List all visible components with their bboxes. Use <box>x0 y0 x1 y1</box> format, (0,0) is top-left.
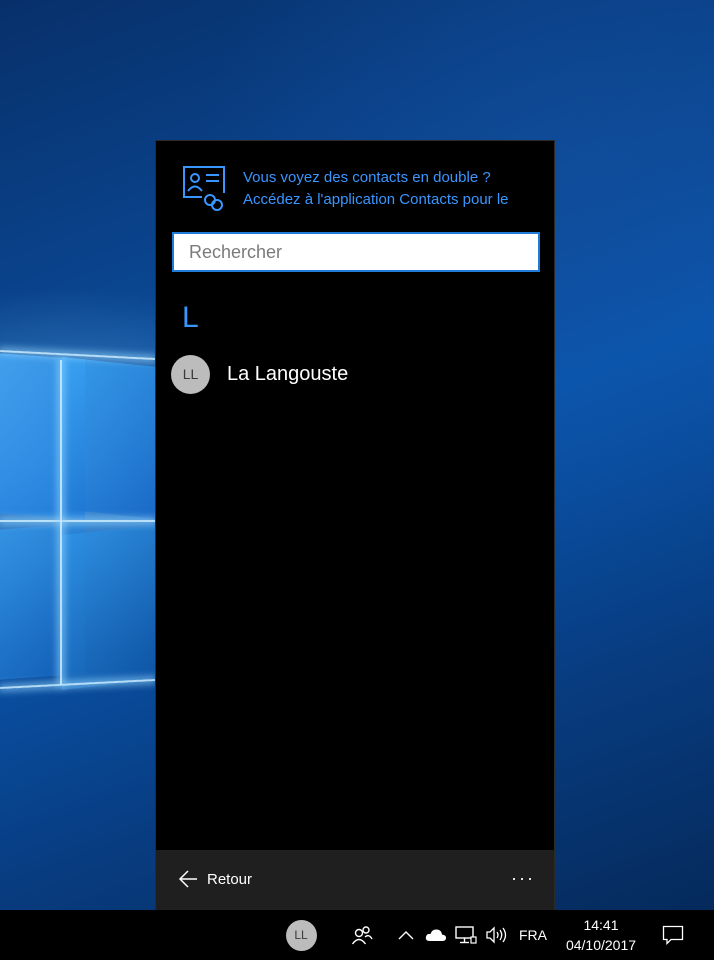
banner-message[interactable]: Vous voyez des contacts en double ? Accé… <box>243 167 543 211</box>
volume-tray-button[interactable] <box>483 910 509 960</box>
taskbar-clock[interactable]: 14:41 04/10/2017 <box>557 910 645 960</box>
back-button[interactable]: Retour <box>178 869 252 889</box>
cloud-icon <box>425 929 447 941</box>
wallpaper-light-line <box>0 520 155 522</box>
taskbar: LL FRA 14:41 04/10/2017 <box>0 910 714 960</box>
chevron-up-icon <box>398 931 414 940</box>
avatar: LL <box>171 354 210 394</box>
wallpaper-window-pane <box>62 525 157 690</box>
action-center-button[interactable] <box>656 910 690 960</box>
duplicate-contacts-banner[interactable]: Vous voyez des contacts en double ? Accé… <box>182 163 532 213</box>
back-label: Retour <box>207 870 253 888</box>
show-hidden-icons-button[interactable] <box>394 910 418 960</box>
banner-line-2: Accédez à l'application Contacts pour le <box>243 191 509 208</box>
clock-date: 04/10/2017 <box>565 937 637 953</box>
taskbar-people-button[interactable] <box>340 910 384 960</box>
taskbar-pinned-contact[interactable]: LL <box>279 910 323 960</box>
clock-time: 14:41 <box>583 917 619 933</box>
contact-list-item[interactable]: LL La Langouste <box>171 354 541 394</box>
input-language-indicator[interactable]: FRA <box>514 910 552 960</box>
network-icon <box>455 926 477 944</box>
contact-name: La Langouste <box>227 362 349 385</box>
speaker-icon <box>486 926 507 944</box>
more-options-button[interactable]: ··· <box>508 868 538 892</box>
contact-link-icon <box>183 166 226 211</box>
notification-icon <box>662 925 684 945</box>
search-box[interactable] <box>172 232 540 272</box>
people-icon <box>351 926 373 945</box>
avatar: LL <box>285 919 317 951</box>
group-header-letter[interactable]: L <box>182 301 199 335</box>
wallpaper-light-line <box>60 360 62 685</box>
flyout-footer: Retour ··· <box>156 850 554 910</box>
people-flyout: Vous voyez des contacts en double ? Accé… <box>155 140 555 910</box>
arrow-left-icon <box>178 870 197 888</box>
search-input[interactable] <box>187 240 538 264</box>
banner-line-1: Vous voyez des contacts en double ? <box>243 169 491 186</box>
onedrive-tray-button[interactable] <box>423 910 449 960</box>
network-tray-button[interactable] <box>453 910 479 960</box>
wallpaper-window-pane <box>62 357 157 519</box>
